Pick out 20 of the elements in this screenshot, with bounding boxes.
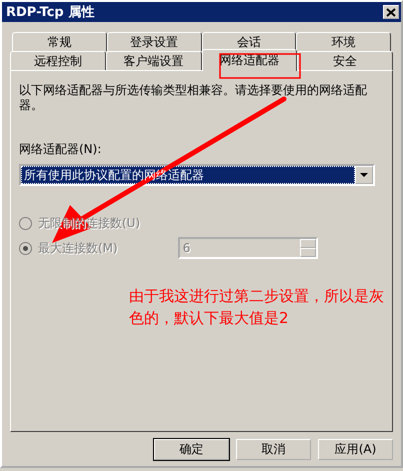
dialog-button[interactable]: 确定 (154, 439, 229, 460)
tab[interactable]: 客户端设置 (106, 51, 202, 70)
tab[interactable]: 网络适配器 (202, 49, 298, 71)
field-label: 网络适配器(N): (19, 141, 102, 158)
caret-icon (360, 173, 368, 177)
radio-label: 无限制的连接数(U) (38, 214, 140, 232)
tab[interactable]: 远程控制 (10, 51, 106, 70)
close-button[interactable] (383, 5, 399, 19)
tab[interactable]: 常规 (12, 32, 107, 51)
dialog-button[interactable]: 应用(A) (318, 439, 393, 460)
description-text: 以下网络适配器与所选传输类型相兼容。请选择要使用的网络适配器。 (19, 83, 368, 113)
tab[interactable]: 环境 (296, 32, 391, 51)
close-icon (386, 8, 396, 16)
tab[interactable]: 安全 (297, 51, 393, 70)
annotation-text: 由于我这进行过第二步设置，所以是灰色的，默认下最大值是2 (129, 286, 384, 329)
dropdown-button[interactable] (355, 166, 373, 184)
dialog-button[interactable]: 取消 (236, 439, 311, 460)
radio-label: 最大连接数(M) (38, 240, 118, 256)
tab[interactable]: 登录设置 (106, 32, 202, 51)
window-title: RDP-Tcp 属性 (6, 4, 94, 21)
